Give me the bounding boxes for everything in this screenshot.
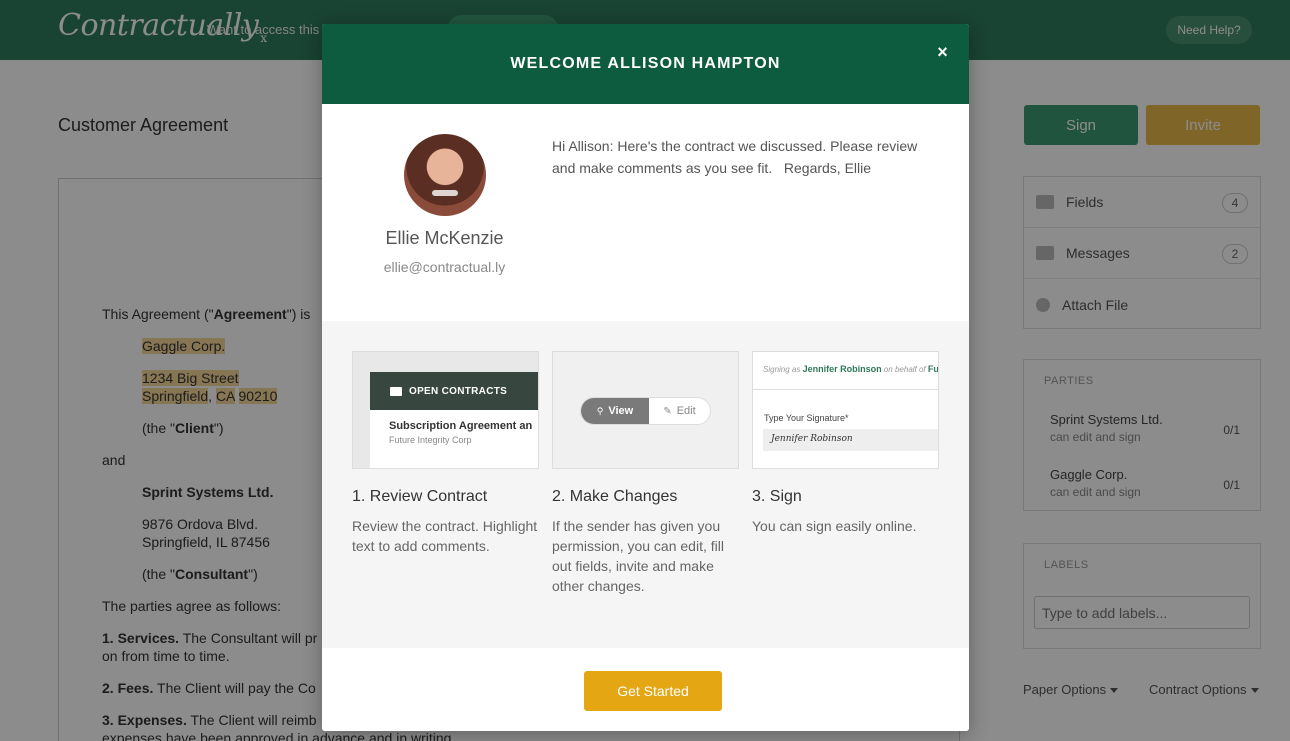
modal-footer: Get Started (322, 648, 969, 731)
step-description: Review the contract. Highlight text to a… (352, 518, 538, 554)
get-started-button[interactable]: Get Started (584, 671, 722, 711)
sender-name: Ellie McKenzie (385, 228, 504, 248)
pencil-icon: ✎ (663, 405, 672, 417)
step-thumbnail: ⚲ View ✎ Edit (552, 351, 739, 469)
step-description: If the sender has given you permission, … (552, 518, 724, 594)
step-title: 2. Make Changes (552, 488, 678, 505)
modal-header: WELCOME ALLISON HAMPTON × (322, 24, 969, 104)
step-title: 1. Review Contract (352, 488, 488, 505)
step-thumbnail: Signing as Jennifer Robinson on behalf o… (752, 351, 939, 469)
steps-section: OPEN CONTRACTS Subscription Agreement an… (322, 321, 969, 648)
step-review: OPEN CONTRACTS Subscription Agreement an… (352, 351, 539, 556)
step-description: You can sign easily online. (752, 518, 917, 534)
modal-title: WELCOME ALLISON HAMPTON (510, 55, 781, 72)
folder-icon (390, 386, 402, 396)
step-thumbnail: OPEN CONTRACTS Subscription Agreement an… (352, 351, 539, 469)
step-changes: ⚲ View ✎ Edit 2. Make Changes If the sende… (552, 351, 739, 596)
sender-email: ellie@contractual.ly (383, 259, 506, 275)
sender-card: Ellie McKenzie ellie@contractual.ly (352, 134, 537, 275)
close-icon[interactable]: × (937, 43, 949, 61)
sender-message: Hi Allison: Here's the contract we discu… (552, 138, 922, 176)
step-title: 3. Sign (752, 488, 802, 505)
step-sign: Signing as Jennifer Robinson on behalf o… (752, 351, 939, 536)
search-icon: ⚲ (596, 405, 604, 416)
avatar (403, 134, 486, 216)
welcome-modal: WELCOME ALLISON HAMPTON × Ellie McKenzie… (322, 24, 969, 731)
